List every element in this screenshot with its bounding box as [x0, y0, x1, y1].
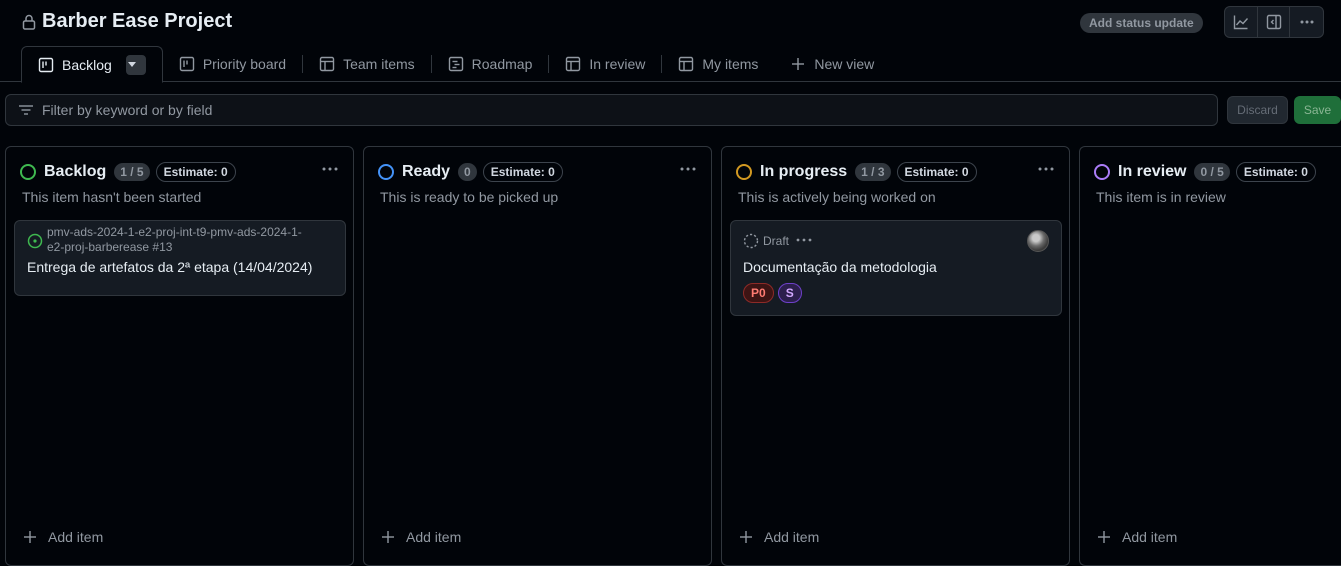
- draft-issue-icon: [743, 233, 759, 249]
- issue-reference[interactable]: pmv-ads-2024-1-e2-proj-int-t9-pmv-ads-20…: [47, 225, 317, 255]
- tab-label: My items: [702, 56, 759, 72]
- tab-my-items[interactable]: My items: [662, 46, 774, 82]
- card-title[interactable]: Documentação da metodologia: [743, 259, 937, 275]
- column-header: Backlog 1 / 5 Estimate: 0: [20, 161, 339, 183]
- item-count-badge: 0: [458, 163, 477, 181]
- view-actions: [1224, 6, 1324, 38]
- add-item-label: Add item: [764, 529, 820, 545]
- column-description: This item hasn't been started: [22, 189, 202, 205]
- table-icon: [319, 56, 335, 72]
- plus-icon: [792, 58, 805, 70]
- assignee-avatar[interactable]: [1027, 230, 1049, 252]
- status-circle-icon: [20, 164, 36, 180]
- card-menu-icon[interactable]: [795, 234, 813, 246]
- add-item-button[interactable]: Add item: [380, 529, 461, 545]
- tab-label: Roadmap: [471, 56, 533, 72]
- add-status-update-button[interactable]: Add status update: [1080, 13, 1203, 33]
- kebab-horizontal-icon: [1300, 20, 1314, 24]
- column-in-review: In review 0 / 5 Estimate: 0 This item is…: [1079, 146, 1341, 566]
- plus-icon: [382, 531, 394, 543]
- page-title: Barber Ease Project: [42, 10, 233, 32]
- insights-button[interactable]: [1225, 7, 1258, 37]
- column-menu-icon[interactable]: [679, 163, 697, 179]
- status-circle-icon: [736, 164, 752, 180]
- filter-input[interactable]: [42, 102, 1192, 118]
- tab-label: Priority board: [202, 56, 287, 72]
- draft-card[interactable]: Draft Documentação da metodologia P0 S: [730, 220, 1062, 316]
- discard-button[interactable]: Discard: [1227, 96, 1288, 124]
- item-count-badge: 1 / 3: [855, 163, 891, 181]
- lock-icon: [22, 14, 36, 30]
- column-header: In progress 1 / 3 Estimate: 0: [736, 161, 1055, 183]
- tab-backlog[interactable]: Backlog: [21, 46, 163, 83]
- add-item-button[interactable]: Add item: [1096, 529, 1177, 545]
- tab-team-items[interactable]: Team items: [303, 46, 431, 82]
- column-in-progress: In progress 1 / 3 Estimate: 0 This is ac…: [721, 146, 1070, 566]
- view-tabs: Backlog Priority board Team items Roadma…: [21, 46, 890, 83]
- column-header: Ready 0 Estimate: 0: [378, 161, 697, 183]
- board-icon: [179, 56, 195, 72]
- save-button[interactable]: Save: [1294, 96, 1341, 124]
- filter-field[interactable]: [5, 94, 1218, 126]
- column-title: Backlog: [44, 163, 107, 180]
- status-circle-icon: [378, 164, 394, 180]
- card-title[interactable]: Entrega de artefatos da 2ª etapa (14/04/…: [27, 259, 312, 275]
- triangle-down-icon: [127, 62, 136, 67]
- column-title: In progress: [760, 163, 848, 180]
- item-count-badge: 1 / 5: [114, 163, 150, 181]
- column-ready: Ready 0 Estimate: 0 This is ready to be …: [363, 146, 712, 566]
- plus-icon: [1098, 531, 1110, 543]
- new-view-button[interactable]: New view: [774, 46, 890, 82]
- column-title: Ready: [402, 163, 451, 180]
- issue-opened-icon: [27, 233, 43, 249]
- status-circle-icon: [1094, 164, 1110, 180]
- column-backlog: Backlog 1 / 5 Estimate: 0 This item hasn…: [5, 146, 354, 566]
- draft-label: Draft: [763, 234, 790, 248]
- add-item-label: Add item: [1122, 529, 1178, 545]
- table-icon: [566, 56, 581, 72]
- tab-label: Team items: [343, 56, 415, 72]
- column-header: In review 0 / 5 Estimate: 0: [1094, 161, 1327, 183]
- tab-label: Backlog: [62, 56, 112, 73]
- filter-bar: Discard Save: [5, 94, 1341, 126]
- table-icon: [679, 56, 694, 72]
- chart-icon: [1233, 15, 1248, 30]
- priority-label[interactable]: P0: [743, 283, 774, 303]
- column-menu-icon[interactable]: [321, 163, 339, 179]
- tab-label: In review: [589, 56, 646, 72]
- add-item-label: Add item: [406, 529, 462, 545]
- plus-icon: [740, 531, 752, 543]
- plus-icon: [24, 531, 36, 543]
- more-options-button[interactable]: [1290, 7, 1323, 37]
- item-count-badge: 0 / 5: [1194, 163, 1230, 181]
- add-item-button[interactable]: Add item: [22, 529, 103, 545]
- tab-options-button[interactable]: [125, 54, 146, 75]
- project-header: Barber Ease Project Add status update Ba…: [0, 0, 1341, 83]
- filter-icon: [19, 105, 33, 115]
- estimate-badge: Estimate: 0: [1235, 162, 1316, 182]
- tab-roadmap[interactable]: Roadmap: [432, 46, 549, 82]
- column-description: This is ready to be picked up: [380, 189, 559, 205]
- add-item-button[interactable]: Add item: [738, 529, 819, 545]
- roadmap-icon: [448, 56, 463, 72]
- column-menu-icon[interactable]: [1037, 163, 1055, 179]
- side-panel-button[interactable]: [1258, 7, 1291, 37]
- estimate-badge: Estimate: 0: [896, 162, 977, 182]
- column-description: This item is in review: [1096, 189, 1226, 205]
- board-icon: [38, 57, 54, 72]
- column-title: In review: [1118, 163, 1187, 180]
- add-item-label: Add item: [48, 529, 104, 545]
- sidebar-expand-icon: [1266, 14, 1281, 30]
- card-labels: P0 S: [743, 283, 806, 303]
- size-label[interactable]: S: [777, 283, 802, 303]
- title-row: Barber Ease Project: [22, 10, 232, 33]
- tab-in-review[interactable]: In review: [549, 46, 661, 82]
- estimate-badge: Estimate: 0: [482, 162, 563, 182]
- issue-card[interactable]: pmv-ads-2024-1-e2-proj-int-t9-pmv-ads-20…: [14, 220, 346, 296]
- tab-priority-board[interactable]: Priority board: [163, 46, 302, 82]
- tab-label: New view: [814, 56, 875, 72]
- column-description: This is actively being worked on: [738, 189, 936, 205]
- estimate-badge: Estimate: 0: [155, 162, 236, 182]
